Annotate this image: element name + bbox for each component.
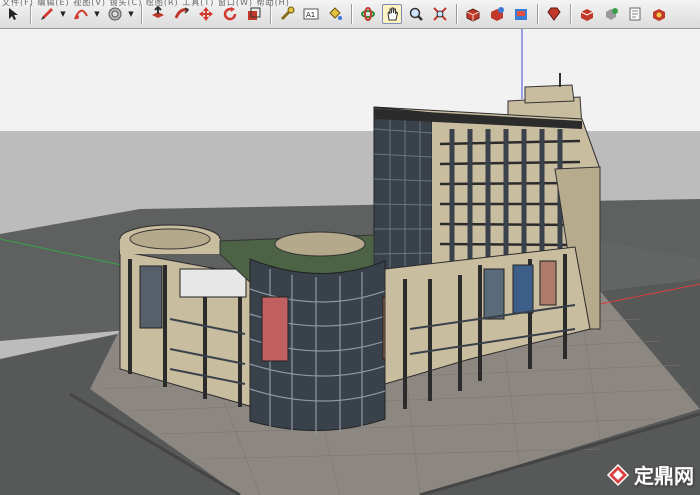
watermark: 定鼎网 [606, 460, 694, 489]
tape-measure-icon [280, 6, 295, 21]
pencil-line-icon [41, 8, 53, 20]
component-button[interactable] [577, 4, 597, 24]
zoom-tool-button[interactable] [406, 4, 426, 24]
share-model-icon [491, 7, 504, 21]
toolbar-separator [570, 4, 571, 24]
billboard [483, 268, 505, 320]
toolbar-separator [351, 4, 352, 24]
offset-icon [108, 7, 122, 21]
text-icon: A1 [303, 8, 319, 20]
watermark-text: 定鼎网 [634, 464, 694, 488]
billboard [512, 264, 534, 314]
menu-bar-ghost: 文件(F) 编辑(E) 视图(V) 镜头(C) 绘图(R) 工具(T) 窗口(W… [2, 0, 290, 7]
settings-button[interactable] [649, 4, 669, 24]
site-logo-icon [606, 463, 630, 486]
layer-button[interactable] [625, 4, 645, 24]
shadow-icon [606, 8, 618, 20]
push-pull-icon [152, 6, 164, 18]
warehouse-button[interactable] [463, 4, 483, 24]
scale-icon [248, 7, 261, 20]
paint-bucket-tool-button[interactable] [325, 4, 345, 24]
toolbar-separator [456, 4, 457, 24]
zoom-extents-tool-button[interactable] [430, 4, 450, 24]
3d-viewport[interactable]: 定鼎网 [0, 29, 700, 495]
sky [0, 29, 700, 131]
paint-bucket-icon [329, 7, 342, 20]
ruby-icon [547, 7, 561, 21]
arc-icon [74, 9, 88, 20]
scene-canvas [0, 29, 700, 495]
rotate-icon [223, 7, 237, 21]
main-toolbar: 文件(F) 编辑(E) 视图(V) 镜头(C) 绘图(R) 工具(T) 窗口(W… [0, 0, 700, 29]
billboard [139, 265, 163, 329]
layer-icon [629, 7, 641, 21]
pan-tool-button[interactable] [382, 4, 402, 24]
billboard [261, 296, 289, 362]
share-model-button[interactable] [487, 4, 507, 24]
toolbar-separator [537, 4, 538, 24]
follow-me-icon [174, 7, 190, 19]
warehouse-icon [466, 8, 480, 22]
billboard [539, 260, 557, 306]
text-tool-label: A1 [306, 11, 315, 19]
component-icon [580, 9, 594, 21]
extension-button[interactable] [511, 4, 531, 24]
pan-icon [387, 7, 399, 21]
settings-icon [653, 9, 665, 21]
banner-sign [179, 268, 247, 298]
orbit-icon [361, 7, 375, 21]
shadow-button[interactable] [601, 4, 621, 24]
zoom-extents-icon [433, 7, 447, 21]
text-tool-button[interactable]: A1 [301, 4, 321, 24]
zoom-icon [409, 7, 423, 21]
extension-icon [515, 9, 527, 20]
move-icon [199, 7, 213, 21]
orbit-tool-button[interactable] [358, 4, 378, 24]
select-icon [9, 8, 18, 20]
ruby-console-button[interactable] [544, 4, 564, 24]
